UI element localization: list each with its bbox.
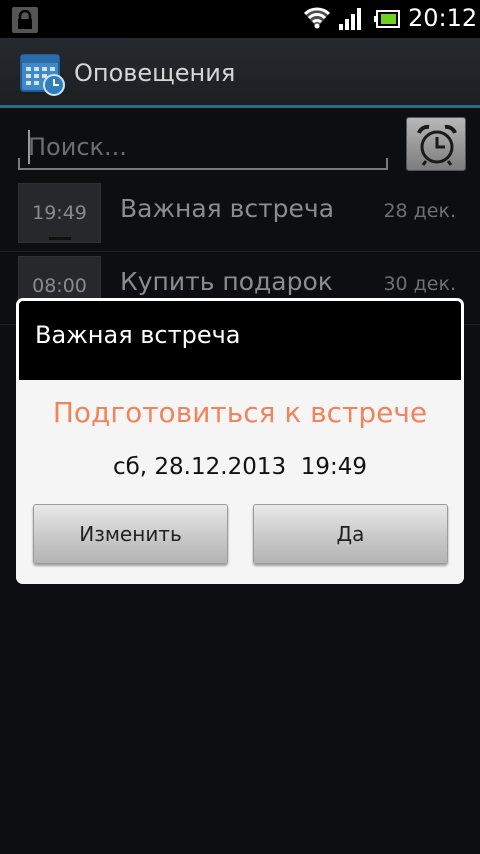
edit-button[interactable]: Изменить — [33, 504, 228, 564]
action-bar: Оповещения — [0, 38, 480, 108]
dialog-datetime: сб, 28.12.2013 19:49 — [112, 454, 368, 480]
signal-icon — [338, 8, 364, 34]
item-title: Купить подарок — [120, 267, 333, 296]
wifi-icon — [303, 6, 331, 34]
item-title: Важная встреча — [120, 194, 335, 223]
search-input[interactable] — [28, 128, 378, 166]
status-bar: 20:12 — [0, 0, 480, 38]
page-title: Оповещения — [74, 59, 236, 87]
ok-button[interactable]: Да — [253, 504, 448, 564]
calendar-clock-icon[interactable] — [20, 52, 66, 100]
alarm-clock-icon — [417, 124, 457, 166]
dialog-header: Важная встреча — [19, 301, 461, 380]
list-item[interactable]: 19:49 Важная встреча 28 дек. — [0, 180, 480, 252]
dialog-heading: Подготовиться к встрече — [52, 396, 428, 429]
status-clock: 20:12 — [408, 4, 478, 32]
notification-dialog: Важная встреча Подготовиться к встрече с… — [16, 298, 464, 584]
dialog-title: Важная встреча — [35, 321, 241, 349]
text-cursor — [28, 130, 30, 164]
dialog-body: Подготовиться к встрече сб, 28.12.2013 1… — [16, 380, 464, 584]
item-date: 28 дек. — [383, 200, 456, 222]
battery-icon — [374, 10, 400, 32]
time-badge: 19:49 — [18, 183, 101, 243]
item-date: 30 дек. — [383, 273, 456, 295]
alarm-button[interactable] — [406, 117, 466, 171]
search-field[interactable] — [18, 124, 388, 170]
lock-icon — [12, 7, 38, 33]
